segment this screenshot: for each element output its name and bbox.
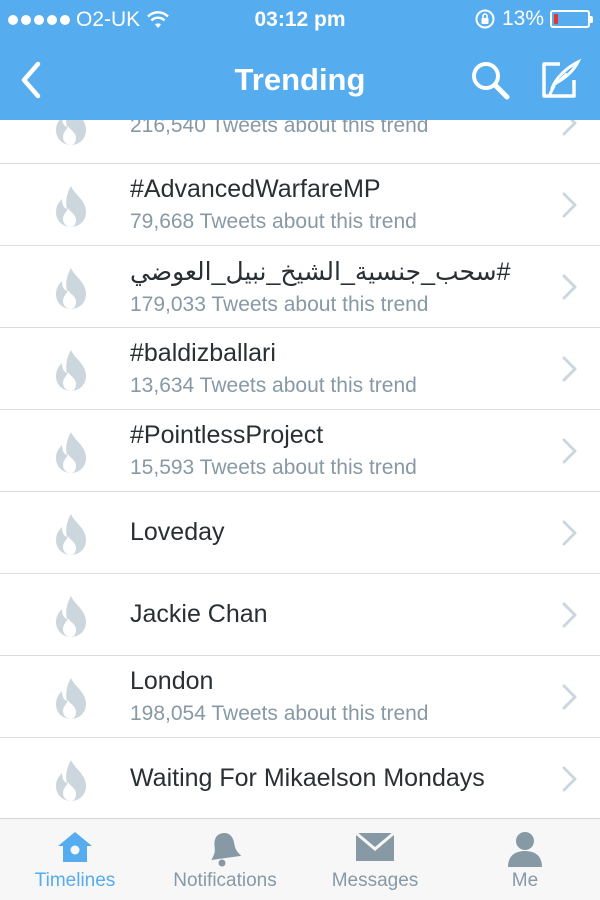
orientation-lock-icon: [475, 9, 495, 29]
trend-name: #سحب_جنسية_الشيخ_نبيل_العوضي: [130, 257, 511, 286]
chevron-right-icon: [562, 120, 578, 136]
trend-tweet-count: 15,593 Tweets about this trend: [130, 456, 417, 479]
tab-bar: Timelines Notifications Messages Me: [0, 818, 600, 900]
status-bar: O2-UK 03:12 pm 13%: [0, 0, 600, 40]
trend-text: Loveday: [130, 492, 540, 573]
trending-screen: O2-UK 03:12 pm 13% Trending 216,540 Twee…: [0, 0, 600, 900]
trend-row[interactable]: #baldizballari 13,634 Tweets about this t…: [0, 328, 600, 410]
trend-row[interactable]: Waiting For Mikaelson Mondays: [0, 738, 600, 818]
flame-icon: [52, 676, 90, 720]
tab-label: Timelines: [34, 870, 116, 891]
trend-name: Loveday: [130, 518, 225, 546]
nav-bar: Trending: [0, 40, 600, 120]
battery-level-fill: [554, 14, 558, 24]
chevron-right-icon: [562, 356, 578, 382]
trend-row[interactable]: #سحب_جنسية_الشيخ_نبيل_العوضي 179,033 Twee…: [0, 246, 600, 328]
chevron-right-icon: [562, 438, 578, 464]
bell-icon: [211, 833, 242, 867]
trend-row[interactable]: #AdvancedWarfareMP 79,668 Tweets about th…: [0, 164, 600, 246]
trend-tweet-count: 79,668 Tweets about this trend: [130, 210, 417, 233]
trend-name: Waiting For Mikaelson Mondays: [130, 764, 485, 792]
tab-messages[interactable]: Messages: [300, 819, 450, 900]
trend-text: Jackie Chan: [130, 574, 540, 655]
trend-name: #PointlessProject: [130, 421, 324, 449]
flame-icon: [52, 120, 90, 146]
chevron-right-icon: [562, 192, 578, 218]
tab-label: Notifications: [173, 870, 277, 891]
trend-name: #baldizballari: [130, 339, 276, 367]
tab-timelines[interactable]: Timelines: [0, 819, 150, 900]
flame-icon: [52, 594, 90, 638]
trend-name: London: [130, 667, 214, 695]
envelope-icon: [355, 831, 395, 861]
chevron-right-icon: [562, 684, 578, 710]
flame-icon: [52, 184, 90, 228]
tab-label: Messages: [331, 870, 419, 891]
flame-icon: [52, 430, 90, 474]
trend-row[interactable]: Jackie Chan: [0, 574, 600, 656]
trend-row[interactable]: Loveday: [0, 492, 600, 574]
trend-tweet-count: 13,634 Tweets about this trend: [130, 374, 417, 397]
flame-icon: [52, 348, 90, 392]
chevron-right-icon: [562, 602, 578, 628]
home-icon: [58, 832, 92, 862]
trend-text: Waiting For Mikaelson Mondays: [130, 738, 540, 818]
tab-label: Me: [511, 870, 539, 891]
trend-row[interactable]: #PointlessProject 15,593 Tweets about thi…: [0, 410, 600, 492]
trend-text: #baldizballari 13,634 Tweets about this t…: [130, 328, 540, 409]
trend-tweet-count: 216,540 Tweets about this trend: [130, 120, 429, 137]
trend-text: #PointlessProject 15,593 Tweets about thi…: [130, 410, 540, 491]
flame-icon: [52, 512, 90, 556]
compose-icon[interactable]: [536, 56, 584, 104]
trend-text: #AdvancedWarfareMP 79,668 Tweets about th…: [130, 164, 540, 245]
search-icon[interactable]: [468, 58, 512, 102]
tab-me[interactable]: Me: [450, 819, 600, 900]
trend-text: #سحب_جنسية_الشيخ_نبيل_العوضي 179,033 Twee…: [130, 246, 540, 327]
trend-row[interactable]: London 198,054 Tweets about this trend: [0, 656, 600, 738]
trend-text: London 198,054 Tweets about this trend: [130, 656, 540, 737]
person-icon: [508, 832, 542, 867]
trend-name: Jackie Chan: [130, 600, 268, 628]
trend-row[interactable]: 216,540 Tweets about this trend: [0, 120, 600, 164]
trend-tweet-count: 198,054 Tweets about this trend: [130, 702, 429, 725]
battery-percent: 13%: [501, 7, 544, 30]
status-right: 13%: [474, 7, 593, 31]
tab-notifications[interactable]: Notifications: [150, 819, 300, 900]
chevron-right-icon: [562, 274, 578, 300]
trends-list[interactable]: 216,540 Tweets about this trend #Advanced…: [0, 120, 600, 818]
trend-tweet-count: 179,033 Tweets about this trend: [130, 292, 429, 316]
chevron-right-icon: [562, 520, 578, 546]
flame-icon: [52, 758, 90, 802]
trend-text: 216,540 Tweets about this trend: [130, 120, 540, 163]
chevron-right-icon: [562, 766, 578, 792]
flame-icon: [52, 266, 90, 310]
trend-name: #AdvancedWarfareMP: [130, 175, 381, 203]
trends-list-inner: 216,540 Tweets about this trend #Advanced…: [0, 120, 600, 818]
battery-icon: [550, 10, 593, 28]
